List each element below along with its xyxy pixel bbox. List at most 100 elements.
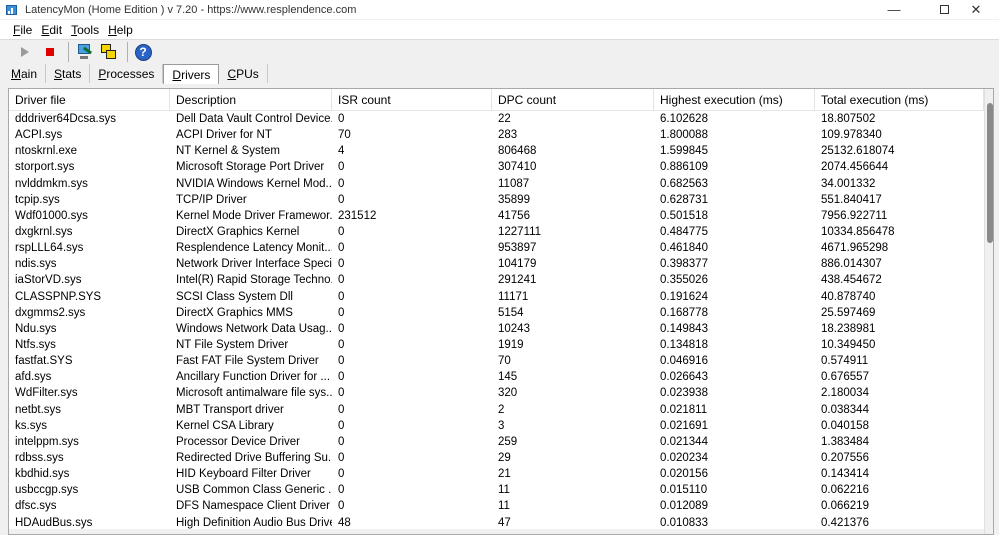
table-row[interactable]: dxgmms2.sys DirectX Graphics MMS 0 5154 0.16…	[9, 305, 984, 321]
table-row[interactable]: kbdhid.sys HID Keyboard Filter Driver 0 21 0…	[9, 466, 984, 482]
table-row[interactable]: dddriver64Dcsa.sys Dell Data Vault Contro…	[9, 111, 984, 127]
cell-driver-file: ndis.sys	[15, 258, 57, 271]
menu-edit[interactable]: Edit	[41, 23, 62, 37]
table-row[interactable]: tcpip.sys TCP/IP Driver 0 35899 0.628731 551.…	[9, 192, 984, 208]
cell-isr-count: 0	[338, 290, 345, 303]
cell-description: HID Keyboard Filter Driver	[176, 468, 311, 481]
tab-strip: Main Stats Processes Drivers C PUs	[3, 64, 268, 84]
cell-highest-execution: 0.023938	[660, 387, 708, 400]
cell-description: DFS Namespace Client Driver	[176, 500, 331, 513]
column-header-driver-file[interactable]: Driver file	[9, 89, 170, 111]
column-header-highest-execution[interactable]: Highest execution (ms)	[654, 89, 815, 111]
column-header-total-execution[interactable]: Total execution (ms)	[815, 89, 984, 111]
cell-driver-file: dxgkrnl.sys	[15, 225, 73, 238]
windows-button[interactable]	[98, 41, 120, 63]
start-button[interactable]	[14, 41, 36, 63]
table-row[interactable]: CLASSPNP.SYS SCSI Class System Dll 0 11171 0…	[9, 289, 984, 305]
cell-isr-count: 0	[338, 161, 345, 174]
cell-driver-file: WdFilter.sys	[15, 387, 78, 400]
tab-stats[interactable]: Stats	[46, 64, 91, 83]
scrollbar-thumb[interactable]	[987, 103, 993, 243]
cell-description: Resplendence Latency Monit...	[176, 242, 332, 255]
cell-driver-file: kbdhid.sys	[15, 468, 70, 481]
cell-description: Ancillary Function Driver for ...	[176, 371, 331, 384]
help-button[interactable]: ?	[132, 41, 154, 63]
menu-help[interactable]: Help	[108, 23, 133, 37]
cell-total-execution: 2074.456644	[821, 161, 889, 174]
cell-highest-execution: 0.021811	[660, 403, 708, 416]
cell-isr-count: 0	[338, 306, 345, 319]
cell-highest-execution: 0.134818	[660, 338, 708, 351]
tab-cpus[interactable]: C PUs	[219, 64, 268, 83]
table-body: dddriver64Dcsa.sys Dell Data Vault Contro…	[9, 111, 984, 531]
vertical-scrollbar[interactable]	[984, 89, 993, 534]
table-row[interactable]: Ntfs.sys NT File System Driver 0 1919 0.1348…	[9, 337, 984, 353]
cell-isr-count: 0	[338, 113, 345, 125]
table-row[interactable]: iaStorVD.sys Intel(R) Rapid Storage Techn…	[9, 272, 984, 288]
cell-isr-count: 0	[338, 403, 345, 416]
table-row[interactable]: nvlddmkm.sys NVIDIA Windows Kernel Mod...…	[9, 176, 984, 192]
cell-highest-execution: 0.461840	[660, 242, 708, 255]
column-header-isr-count[interactable]: ISR count	[332, 89, 492, 111]
drivers-panel: Driver file Description ISR count DPC co…	[8, 88, 994, 535]
help-icon: ?	[134, 43, 152, 61]
cell-dpc-count: 11	[498, 484, 510, 497]
cell-dpc-count: 259	[498, 435, 518, 448]
table-row[interactable]: storport.sys Microsoft Storage Port Drive…	[9, 159, 984, 175]
table-row[interactable]: ks.sys Kernel CSA Library 0 3 0.021691 0.0401…	[9, 418, 984, 434]
latencymon-app-icon	[5, 3, 19, 17]
cell-isr-count: 0	[338, 468, 345, 481]
cell-total-execution: 7956.922711	[821, 209, 888, 222]
cell-driver-file: iaStorVD.sys	[15, 274, 82, 287]
table-row[interactable]: rdbss.sys Redirected Drive Buffering Su..…	[9, 450, 984, 466]
menu-tools[interactable]: Tools	[71, 23, 99, 37]
cell-total-execution: 0.040158	[821, 419, 869, 432]
table-row[interactable]: intelppm.sys Processor Device Driver 0 259 0…	[9, 434, 984, 450]
table-row[interactable]: dxgkrnl.sys DirectX Graphics Kernel 0 12271…	[9, 224, 984, 240]
table-row[interactable]: ACPI.sys ACPI Driver for NT 70 283 1.800088 1…	[9, 127, 984, 143]
cell-highest-execution: 0.020234	[660, 451, 708, 464]
stop-button[interactable]	[39, 41, 61, 63]
minimize-button[interactable]: —	[871, 0, 917, 19]
cell-isr-count: 0	[338, 419, 345, 432]
table-row[interactable]: ndis.sys Network Driver Interface Speci..…	[9, 256, 984, 272]
horizontal-scrollbar[interactable]	[9, 529, 984, 534]
table-row[interactable]: rspLLL64.sys Resplendence Latency Monit..…	[9, 240, 984, 256]
cell-dpc-count: 953897	[498, 242, 537, 255]
column-header-dpc-count[interactable]: DPC count	[492, 89, 654, 111]
table-row[interactable]: WdFilter.sys Microsoft antimalware file s…	[9, 385, 984, 401]
cell-description: Windows Network Data Usag...	[176, 322, 332, 335]
tab-drivers[interactable]: Drivers	[163, 64, 220, 84]
cell-dpc-count: 10243	[498, 322, 530, 335]
cell-highest-execution: 0.355026	[660, 274, 708, 287]
cell-isr-count: 4	[338, 145, 345, 158]
cell-highest-execution: 6.102628	[660, 113, 708, 125]
close-button[interactable]: ✕	[953, 0, 999, 19]
tab-processes[interactable]: Processes	[90, 64, 164, 83]
table-row[interactable]: Ndu.sys Windows Network Data Usag... 0 1024…	[9, 321, 984, 337]
tab-main[interactable]: Main	[3, 64, 47, 83]
cell-driver-file: dddriver64Dcsa.sys	[15, 113, 116, 125]
toolbar-separator	[127, 42, 128, 62]
cell-driver-file: ntoskrnl.exe	[15, 145, 78, 158]
cell-total-execution: 0.574911	[821, 355, 869, 368]
menu-file[interactable]: File	[13, 23, 32, 37]
cell-total-execution: 1.383484	[821, 435, 869, 448]
toolbar-separator	[68, 42, 69, 62]
table-row[interactable]: usbccgp.sys USB Common Class Generic ... 0…	[9, 482, 984, 498]
cell-highest-execution: 0.020156	[660, 468, 708, 481]
table-row[interactable]: ntoskrnl.exe NT Kernel & System 4 806468 1.5…	[9, 143, 984, 159]
table-row[interactable]: afd.sys Ancillary Function Driver for ...…	[9, 369, 984, 385]
cell-total-execution: 0.143414	[821, 468, 869, 481]
monitor-settings-button[interactable]	[73, 41, 95, 63]
table-row[interactable]: Wdf01000.sys Kernel Mode Driver Framewor.…	[9, 208, 984, 224]
cell-description: SCSI Class System Dll	[176, 290, 293, 303]
cell-dpc-count: 291241	[498, 274, 537, 287]
table-row[interactable]: fastfat.SYS Fast FAT File System Driver 0 7…	[9, 353, 984, 369]
cell-total-execution: 0.676557	[821, 371, 869, 384]
cell-total-execution: 0.038344	[821, 403, 869, 416]
table-row[interactable]: netbt.sys MBT Transport driver 0 2 0.021811 0…	[9, 402, 984, 418]
column-header-description[interactable]: Description	[170, 89, 332, 111]
table-row[interactable]: dfsc.sys DFS Namespace Client Driver 0 11 0.…	[9, 498, 984, 514]
cell-description: DirectX Graphics MMS	[176, 306, 293, 319]
